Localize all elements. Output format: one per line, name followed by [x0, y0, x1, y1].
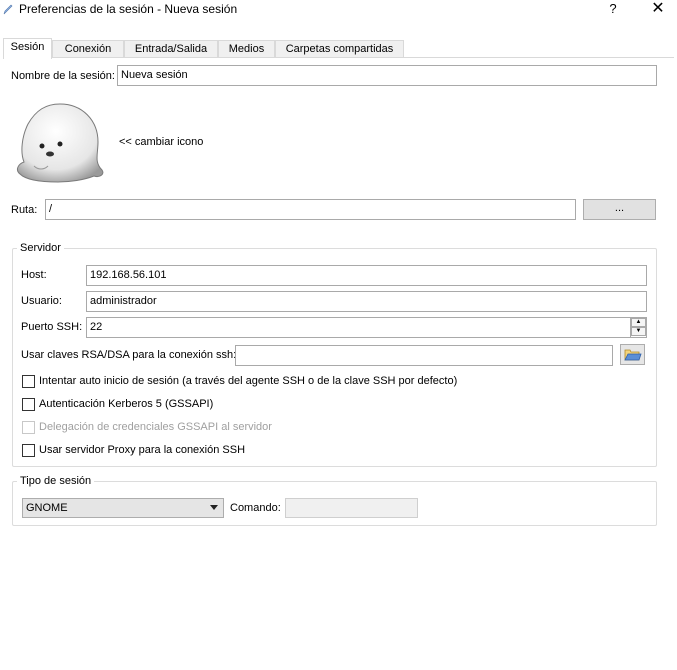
- auto-login-checkbox[interactable]: [22, 375, 35, 388]
- tab-shared-folders[interactable]: Carpetas compartidas: [275, 40, 404, 58]
- path-input[interactable]: /: [45, 199, 576, 220]
- help-button[interactable]: ?: [600, 0, 626, 18]
- tab-panel-border: [3, 57, 674, 58]
- rsa-keys-input[interactable]: [235, 345, 613, 366]
- tab-label: Medios: [228, 43, 265, 55]
- session-name-input[interactable]: Nueva sesión: [117, 65, 657, 86]
- window-title: Preferencias de la sesión - Nueva sesión: [19, 2, 238, 16]
- tab-label: Carpetas compartidas: [285, 43, 394, 55]
- auto-login-label[interactable]: Intentar auto inicio de sesión (a través…: [39, 375, 457, 387]
- tab-connection[interactable]: Conexión: [52, 40, 124, 58]
- title-bar: Preferencias de la sesión - Nueva sesión…: [0, 0, 677, 20]
- gssapi-delegation-label: Delegación de credenciales GSSAPI al ser…: [39, 421, 272, 433]
- browse-path-button[interactable]: ...: [583, 199, 656, 220]
- tab-input-output[interactable]: Entrada/Salida: [124, 40, 218, 58]
- folder-open-icon: [624, 349, 642, 361]
- ssh-port-input[interactable]: 22: [86, 317, 647, 338]
- session-name-label: Nombre de la sesión:: [11, 70, 115, 82]
- command-input: [285, 498, 418, 518]
- browse-keys-button[interactable]: [620, 344, 645, 365]
- port-spinner[interactable]: ▲ ▼: [630, 318, 646, 337]
- kerberos-checkbox[interactable]: [22, 398, 35, 411]
- app-icon: [3, 4, 13, 15]
- gssapi-delegation-checkbox: [22, 421, 35, 434]
- change-icon-label[interactable]: << cambiar icono: [119, 136, 203, 148]
- session-type-group-title: Tipo de sesión: [17, 475, 95, 488]
- session-type-value: GNOME: [26, 502, 68, 514]
- command-label: Comando:: [230, 502, 281, 514]
- proxy-label[interactable]: Usar servidor Proxy para la conexión SSH: [39, 444, 245, 456]
- tab-label: Conexión: [64, 43, 112, 55]
- session-type-select[interactable]: GNOME: [22, 498, 224, 518]
- kerberos-label[interactable]: Autenticación Kerberos 5 (GSSAPI): [39, 398, 213, 410]
- user-input[interactable]: administrador: [86, 291, 647, 312]
- proxy-checkbox[interactable]: [22, 444, 35, 457]
- server-group-title: Servidor: [17, 242, 64, 255]
- rsa-keys-label: Usar claves RSA/DSA para la conexión ssh…: [21, 349, 237, 361]
- path-label: Ruta:: [11, 204, 38, 216]
- host-label: Host:: [21, 269, 47, 281]
- spin-up-icon[interactable]: ▲: [631, 318, 646, 327]
- close-button[interactable]: ✕: [644, 0, 672, 18]
- dialog-body: Sesión Conexión Entrada/Salida Medios Ca…: [0, 20, 677, 670]
- tab-label: Sesión: [10, 41, 45, 53]
- tab-label: Entrada/Salida: [134, 43, 208, 55]
- seal-icon[interactable]: [12, 100, 107, 185]
- ssh-port-label: Puerto SSH:: [21, 321, 83, 333]
- tab-session[interactable]: Sesión: [3, 38, 52, 59]
- dropdown-arrow-icon: [210, 505, 218, 510]
- tab-media[interactable]: Medios: [218, 40, 275, 58]
- user-label: Usuario:: [21, 295, 62, 307]
- spin-down-icon[interactable]: ▼: [631, 327, 646, 336]
- host-input[interactable]: 192.168.56.101: [86, 265, 647, 286]
